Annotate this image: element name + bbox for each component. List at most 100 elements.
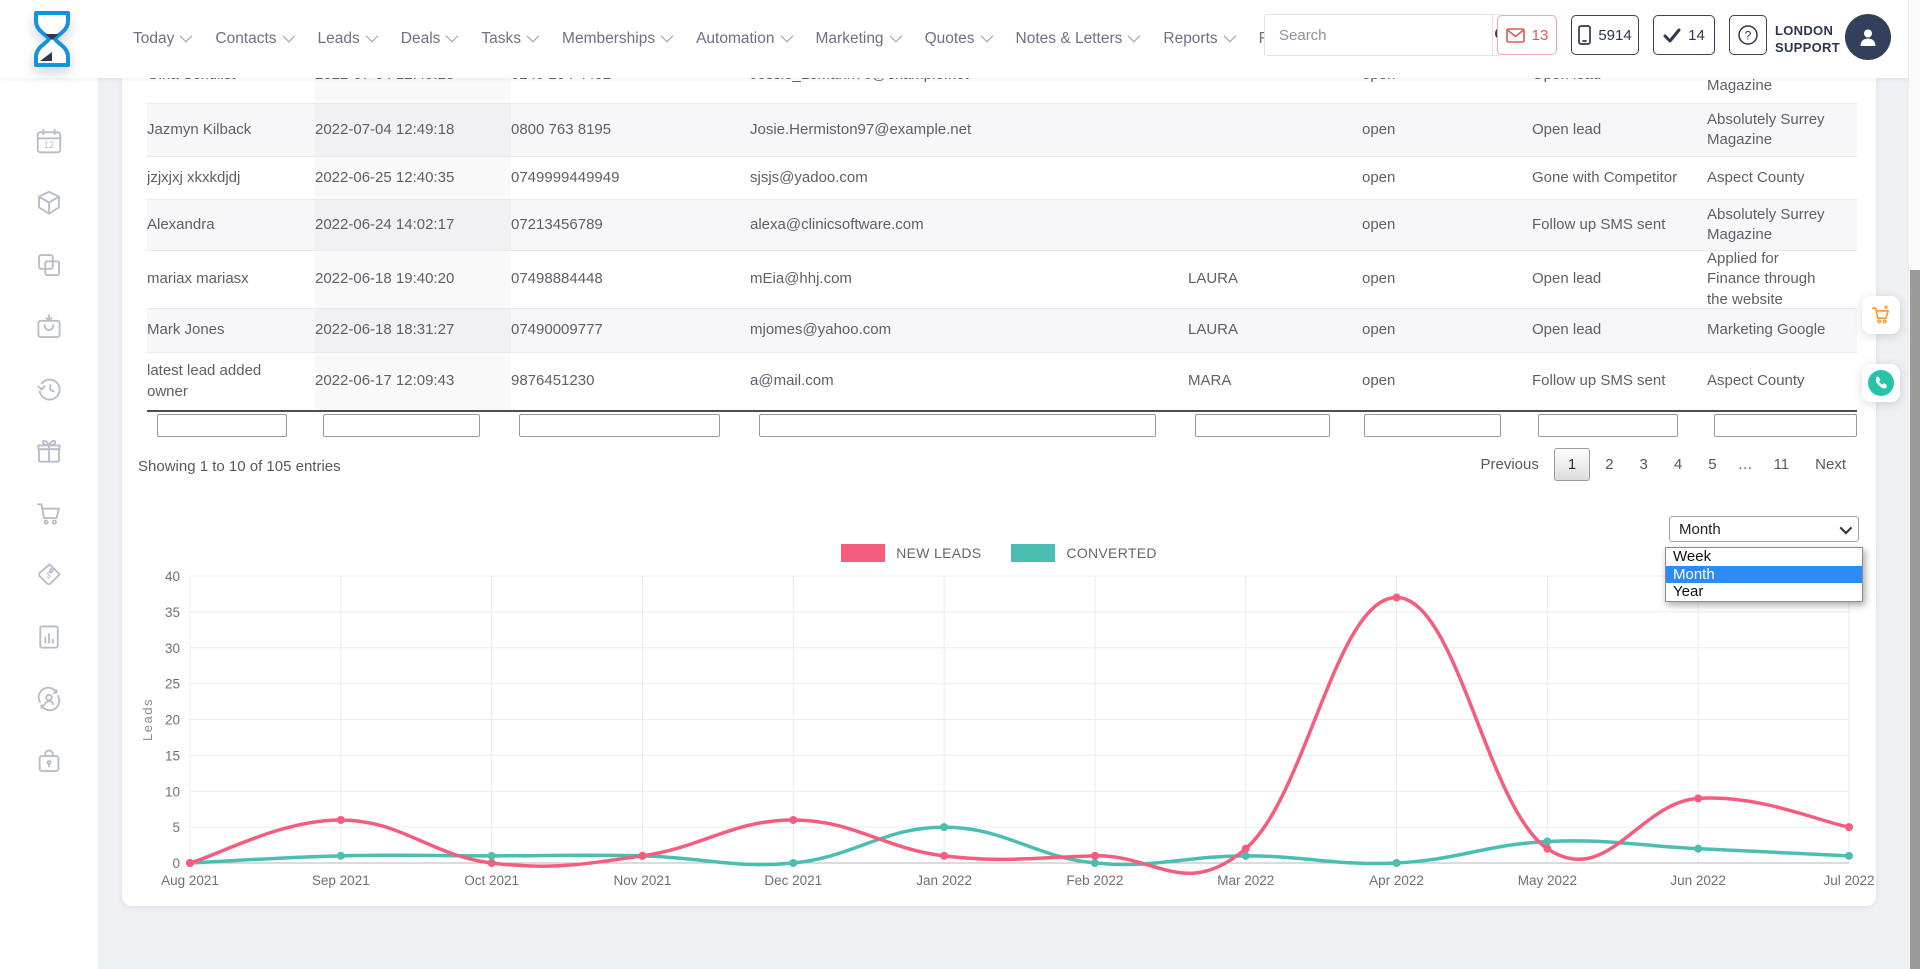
- column-filter-input[interactable]: [1364, 414, 1501, 437]
- cell-status: open: [1362, 157, 1532, 199]
- column-filter-input[interactable]: [323, 414, 480, 437]
- sidebar-item-price-tag[interactable]: $: [0, 544, 98, 606]
- table-row[interactable]: jzjxjxj xkxkdjdj2022-06-25 12:40:3507499…: [147, 157, 1857, 200]
- sidebar-item-gift[interactable]: [0, 420, 98, 482]
- cell-source: Marketing Google: [1707, 309, 1857, 352]
- cell-date: 2022-06-24 14:02:17: [315, 200, 511, 250]
- sidebar: 12 $: [0, 78, 98, 969]
- account-name: LONDON SUPPORT: [1775, 22, 1840, 56]
- nav-tasks[interactable]: Tasks: [481, 30, 536, 48]
- leads-chart: 0510152025303540Aug 2021Sep 2021Oct 2021…: [122, 558, 1876, 906]
- cell-phone: 0800 763 8195: [511, 104, 750, 156]
- pagination-previous[interactable]: Previous: [1470, 448, 1550, 481]
- svg-text:Oct 2021: Oct 2021: [464, 873, 519, 888]
- search-input[interactable]: [1265, 15, 1492, 55]
- cell-email: Jessie_Lemann76@example.net: [750, 78, 1188, 103]
- nav-contacts[interactable]: Contacts: [215, 30, 291, 48]
- cell-name: jzjxjxj xkxkdjdj: [147, 157, 315, 199]
- cell-status: open: [1362, 309, 1532, 352]
- period-option-week[interactable]: Week: [1666, 548, 1862, 566]
- cart-float-button[interactable]: [1862, 296, 1900, 334]
- column-filter-input[interactable]: [1538, 414, 1678, 437]
- app-logo-icon[interactable]: [30, 10, 74, 68]
- column-filter-input[interactable]: [1714, 414, 1857, 437]
- column-filter-input[interactable]: [519, 414, 720, 437]
- pagination-page-2[interactable]: 2: [1594, 448, 1624, 481]
- svg-text:0: 0: [172, 856, 180, 871]
- chevron-down-icon: [889, 29, 902, 42]
- pagination-next[interactable]: Next: [1804, 448, 1857, 481]
- table-row[interactable]: Mark Jones2022-06-18 18:31:2707490009777…: [147, 309, 1857, 353]
- cell-date: 2022-06-25 12:40:35: [315, 157, 511, 199]
- cell-owner: LAURA: [1188, 251, 1362, 308]
- sidebar-item-lock-case[interactable]: [0, 730, 98, 792]
- svg-text:5: 5: [172, 820, 180, 835]
- cell-status: open: [1362, 251, 1532, 308]
- cell-status: open: [1362, 200, 1532, 250]
- pagination-page-4[interactable]: 4: [1663, 448, 1693, 481]
- pagination-page-1[interactable]: 1: [1554, 448, 1590, 481]
- sidebar-item-user-sync[interactable]: [0, 668, 98, 730]
- cell-email: a@mail.com: [750, 353, 1188, 410]
- nav-notes-letters[interactable]: Notes & Letters: [1016, 30, 1138, 48]
- call-float-button[interactable]: [1862, 364, 1900, 402]
- sidebar-item-package[interactable]: [0, 172, 98, 234]
- pagination-page-3[interactable]: 3: [1629, 448, 1659, 481]
- chevron-down-icon: [180, 29, 193, 42]
- nav-memberships[interactable]: Memberships: [562, 30, 670, 48]
- cell-source: Applied for Finance through the website: [1707, 251, 1857, 308]
- messages-badge[interactable]: 13: [1497, 15, 1557, 55]
- sidebar-item-report[interactable]: [0, 606, 98, 668]
- cell-phone: 07213456789: [511, 200, 750, 250]
- line-chart-svg: 0510152025303540Aug 2021Sep 2021Oct 2021…: [122, 558, 1876, 903]
- period-select[interactable]: Month: [1669, 516, 1859, 542]
- calls-count: 5914: [1598, 27, 1631, 44]
- sidebar-item-calendar[interactable]: 12: [0, 110, 98, 172]
- sidebar-item-cart[interactable]: [0, 482, 98, 544]
- table-row[interactable]: Gina Schulist2022-07-04 12:49:250249 204…: [147, 78, 1857, 104]
- tasks-badge[interactable]: 14: [1653, 15, 1715, 55]
- nav-deals[interactable]: Deals: [401, 30, 456, 48]
- cell-status: open: [1362, 104, 1532, 156]
- pagination-page-11[interactable]: 11: [1763, 448, 1801, 481]
- nav-label: Marketing: [816, 30, 884, 48]
- column-filter-input[interactable]: [157, 414, 287, 437]
- shopping-cart-icon: [1870, 304, 1892, 326]
- table-row[interactable]: mariax mariasx2022-06-18 19:40:200749888…: [147, 251, 1857, 309]
- smartphone-icon: [1578, 25, 1591, 45]
- nav-today[interactable]: Today: [133, 30, 189, 48]
- calls-badge[interactable]: 5914: [1571, 15, 1639, 55]
- pagination-page-5[interactable]: 5: [1697, 448, 1727, 481]
- period-option-year[interactable]: Year: [1666, 583, 1862, 601]
- table-row[interactable]: Alexandra2022-06-24 14:02:1707213456789a…: [147, 200, 1857, 251]
- sidebar-item-history[interactable]: [0, 358, 98, 420]
- svg-text:Leads: Leads: [140, 698, 155, 741]
- period-option-month[interactable]: Month: [1666, 566, 1862, 584]
- content-card: Gina Schulist2022-07-04 12:49:250249 204…: [122, 78, 1876, 906]
- table-row[interactable]: latest lead added owner2022-06-17 12:09:…: [147, 353, 1857, 412]
- svg-text:?: ?: [1745, 29, 1752, 43]
- column-filter-input[interactable]: [759, 414, 1156, 437]
- nav-leads[interactable]: Leads: [318, 30, 375, 48]
- nav-label: Tasks: [481, 30, 521, 48]
- phone-icon: [1867, 369, 1895, 397]
- sidebar-item-copy[interactable]: [0, 234, 98, 296]
- nav-reports[interactable]: Reports: [1163, 30, 1232, 48]
- scrollbar-thumb[interactable]: [1910, 270, 1920, 969]
- pagination-ellipsis: …: [1732, 448, 1759, 481]
- column-filter-input[interactable]: [1195, 414, 1330, 437]
- nav-marketing[interactable]: Marketing: [816, 30, 899, 48]
- chevron-down-icon: [1223, 29, 1236, 42]
- lock-case-icon: [34, 746, 64, 776]
- avatar[interactable]: [1845, 14, 1891, 60]
- main-menu: Today Contacts Leads Deals Tasks Memberships A…: [133, 0, 1291, 78]
- svg-text:35: 35: [165, 605, 180, 620]
- question-icon: ?: [1737, 24, 1759, 46]
- nav-automation[interactable]: Automation: [696, 30, 789, 48]
- table-row[interactable]: Jazmyn Kilback2022-07-04 12:49:180800 76…: [147, 104, 1857, 157]
- check-icon: [1663, 28, 1681, 43]
- help-button[interactable]: ?: [1729, 15, 1767, 55]
- cell-source: Aspect County: [1707, 353, 1857, 410]
- nav-quotes[interactable]: Quotes: [925, 30, 990, 48]
- sidebar-item-checkin-box[interactable]: [0, 296, 98, 358]
